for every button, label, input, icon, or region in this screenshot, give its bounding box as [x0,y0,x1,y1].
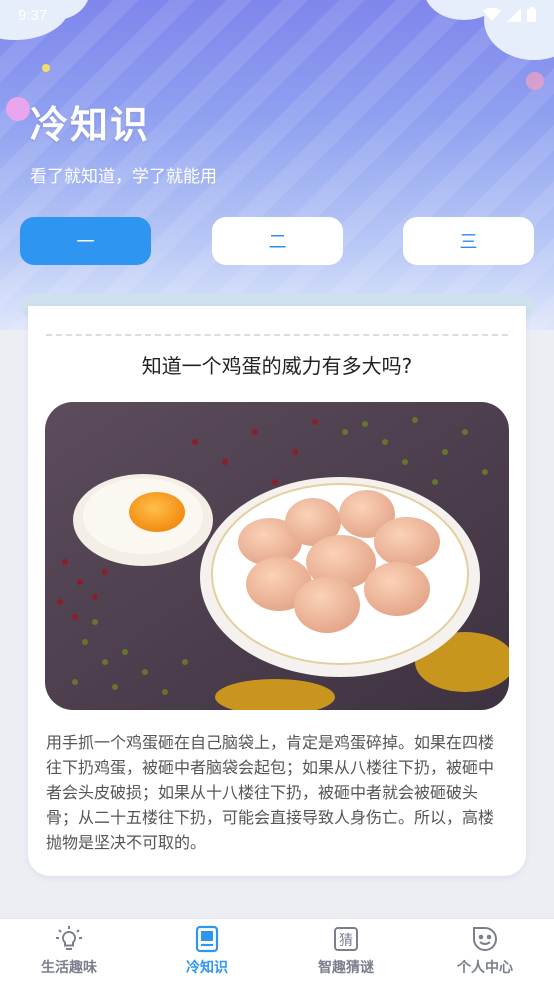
tab-three[interactable]: 三 [403,217,534,265]
page-subtitle: 看了就知道，学了就能用 [30,167,217,187]
bubble-decoration [6,97,30,121]
status-icons [483,7,536,22]
page-title: 冷知识 [30,103,151,147]
nav-item-life-fun[interactable]: 生活趣味 [0,919,138,984]
tab-two[interactable]: 二 [212,217,343,265]
knowledge-card: 知道一个鸡蛋的威力有多大吗? 用手抓一个鸡蛋砸在自己脑袋上，肯定是鸡蛋碎掉。如果… [28,306,526,876]
svg-text:猜: 猜 [339,933,353,949]
signal-icon [507,7,521,22]
eggs-photo-illustration [45,402,509,710]
nav-label-life-fun: 生活趣味 [41,960,97,976]
eggs-photo [45,402,509,710]
nav-item-trivia[interactable]: 冷知识 [138,919,276,984]
status-bar: 9:37 [0,0,554,32]
nav-label-riddles: 智趣猜谜 [318,960,374,976]
card-body-text: 用手抓一个鸡蛋砸在自己脑袋上，肯定是鸡蛋碎掉。如果在四楼往下扔鸡蛋，被砸中者脑袋… [46,733,495,852]
smiley-icon [473,927,497,951]
nav-item-riddles[interactable]: 猜 智趣猜谜 [277,919,415,984]
status-time: 9:37 [18,7,48,24]
bubble-decoration [526,72,544,90]
bubble-decoration [42,64,50,72]
nav-label-profile: 个人中心 [457,960,513,976]
book-icon [195,925,219,953]
wifi-icon [483,7,501,21]
tab-one[interactable]: 一 [20,217,151,265]
divider [46,334,508,336]
nav-item-profile[interactable]: 个人中心 [416,919,554,984]
battery-icon [527,7,536,22]
card-question: 知道一个鸡蛋的威力有多大吗? [141,354,413,378]
tab-bar: 一 二 三 [20,217,534,265]
lightbulb-icon [56,926,82,950]
nav-label-trivia: 冷知识 [186,960,228,976]
guess-icon: 猜 [334,927,358,951]
bottom-nav: 生活趣味 冷知识 猜 智趣猜谜 个人中心 [0,918,554,984]
